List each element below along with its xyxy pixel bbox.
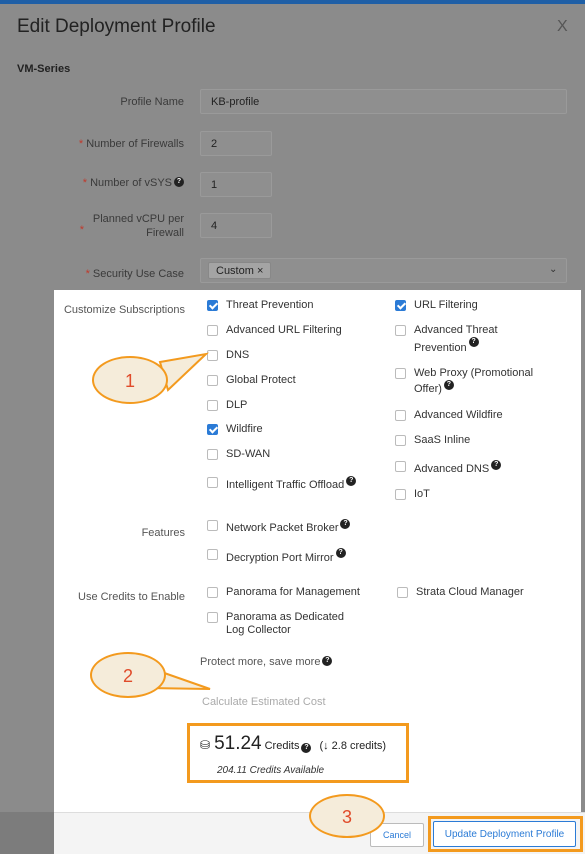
checkbox-box[interactable] (207, 350, 218, 361)
checkbox-url-filtering[interactable]: URL Filtering (395, 299, 478, 312)
profile-name-label: Profile Name (120, 96, 184, 108)
dialog-title: Edit Deployment Profile (17, 16, 216, 37)
checkbox-box[interactable] (395, 461, 406, 472)
help-icon[interactable]: ? (335, 548, 346, 558)
chip-remove-icon[interactable]: × (257, 265, 263, 277)
credits-unit: Credits (264, 740, 300, 752)
footer-dim (0, 812, 54, 854)
checkbox-box[interactable] (207, 612, 218, 623)
checkbox-box[interactable] (395, 368, 406, 379)
help-icon[interactable]: ? (322, 656, 333, 666)
checkbox-box[interactable] (395, 325, 406, 336)
checkbox-advanced-threat-prevention[interactable]: Advanced Threat Prevention? (395, 324, 498, 355)
checkbox-box[interactable] (395, 410, 406, 421)
profile-name-input[interactable]: KB-profile (200, 89, 567, 114)
chevron-down-icon[interactable]: ⌄ (549, 264, 557, 275)
checkbox-web-proxy[interactable]: Web Proxy (Promotional Offer)? (395, 367, 533, 396)
callout-2: 2 (90, 652, 166, 698)
section-title: VM-Series (17, 63, 71, 75)
callout-1: 1 (92, 356, 168, 404)
credits-amount: 51.24 (214, 733, 262, 754)
checkbox-intelligent-traffic-offload[interactable]: Intelligent Traffic Offload? (207, 476, 357, 492)
checkbox-strata-cloud-manager[interactable]: Strata Cloud Manager (397, 586, 524, 599)
help-icon[interactable]: ? (468, 337, 479, 347)
calculate-cost-link[interactable]: Calculate Estimated Cost (202, 696, 326, 708)
checkbox-threat-prevention[interactable]: Threat Prevention (207, 299, 313, 312)
checkbox-box[interactable] (207, 549, 218, 560)
use-credits-label: Use Credits to Enable (78, 591, 185, 603)
checkbox-decryption-port-mirror[interactable]: Decryption Port Mirror? (207, 548, 346, 565)
close-icon[interactable]: X (557, 18, 568, 36)
vcpu-input[interactable]: 4 (200, 213, 272, 238)
help-icon[interactable]: ? (346, 476, 357, 486)
help-icon[interactable]: ? (443, 380, 454, 390)
checkbox-dlp[interactable]: DLP (207, 399, 247, 412)
checkbox-advanced-dns[interactable]: Advanced DNS? (395, 460, 502, 476)
checkbox-box[interactable] (397, 587, 408, 598)
checkbox-box[interactable] (207, 449, 218, 460)
checkbox-box[interactable] (395, 489, 406, 500)
checkbox-box[interactable] (207, 424, 218, 435)
checkbox-dns[interactable]: DNS (207, 349, 249, 362)
checkbox-advanced-url-filtering[interactable]: Advanced URL Filtering (207, 324, 342, 337)
checkbox-box[interactable] (207, 520, 218, 531)
checkbox-box[interactable] (207, 300, 218, 311)
credits-available: 204.11 Credits Available (217, 765, 325, 776)
callout-3: 3 (309, 794, 385, 838)
checkbox-box[interactable] (395, 300, 406, 311)
help-icon[interactable]: ? (301, 743, 312, 753)
protect-more-text: Protect more, save more? (200, 656, 333, 668)
help-icon[interactable]: ? (491, 460, 502, 470)
checkbox-box[interactable] (207, 325, 218, 336)
checkbox-saas-inline[interactable]: SaaS Inline (395, 434, 470, 447)
num-firewalls-label: * Number of Firewalls (78, 138, 184, 150)
credits-summary: ⛁ 51.24 Credits ? (↓ 2.8 credits) 204.11… (187, 723, 409, 783)
checkbox-box[interactable] (207, 400, 218, 411)
vcpu-required-mark: * (79, 224, 84, 236)
checkbox-box[interactable] (207, 477, 218, 488)
credits-delta: (↓ 2.8 credits) (319, 740, 387, 752)
checkbox-wildfire[interactable]: Wildfire (207, 423, 263, 436)
features-label: Features (141, 527, 185, 539)
help-icon[interactable]: ? (174, 177, 184, 187)
num-firewalls-input[interactable]: 2 (200, 131, 272, 156)
checkbox-panorama-log-collector[interactable]: Panorama as Dedicated Log Collector (207, 611, 344, 637)
vcpu-label: Planned vCPU per Firewall (92, 213, 184, 239)
use-case-chip: Custom × (208, 262, 272, 279)
checkbox-box[interactable] (207, 587, 218, 598)
num-vsys-label: * Number of vSYS? (40, 177, 184, 189)
checkbox-sd-wan[interactable]: SD-WAN (207, 448, 270, 461)
security-use-case-label: * Security Use Case (85, 268, 184, 280)
customize-subscriptions-label: Customize Subscriptions (63, 304, 185, 316)
checkbox-iot[interactable]: IoT (395, 488, 430, 501)
coins-icon: ⛁ (200, 738, 211, 752)
checkbox-network-packet-broker[interactable]: Network Packet Broker? (207, 519, 351, 535)
num-vsys-input[interactable]: 1 (200, 172, 272, 197)
checkbox-box[interactable] (207, 375, 218, 386)
checkbox-box[interactable] (395, 435, 406, 446)
help-icon[interactable]: ? (340, 519, 351, 529)
checkbox-panorama-management[interactable]: Panorama for Management (207, 586, 360, 599)
update-deployment-profile-button[interactable]: Update Deployment Profile (433, 821, 576, 847)
checkbox-advanced-wildfire[interactable]: Advanced Wildfire (395, 409, 503, 422)
checkbox-global-protect[interactable]: Global Protect (207, 374, 296, 387)
